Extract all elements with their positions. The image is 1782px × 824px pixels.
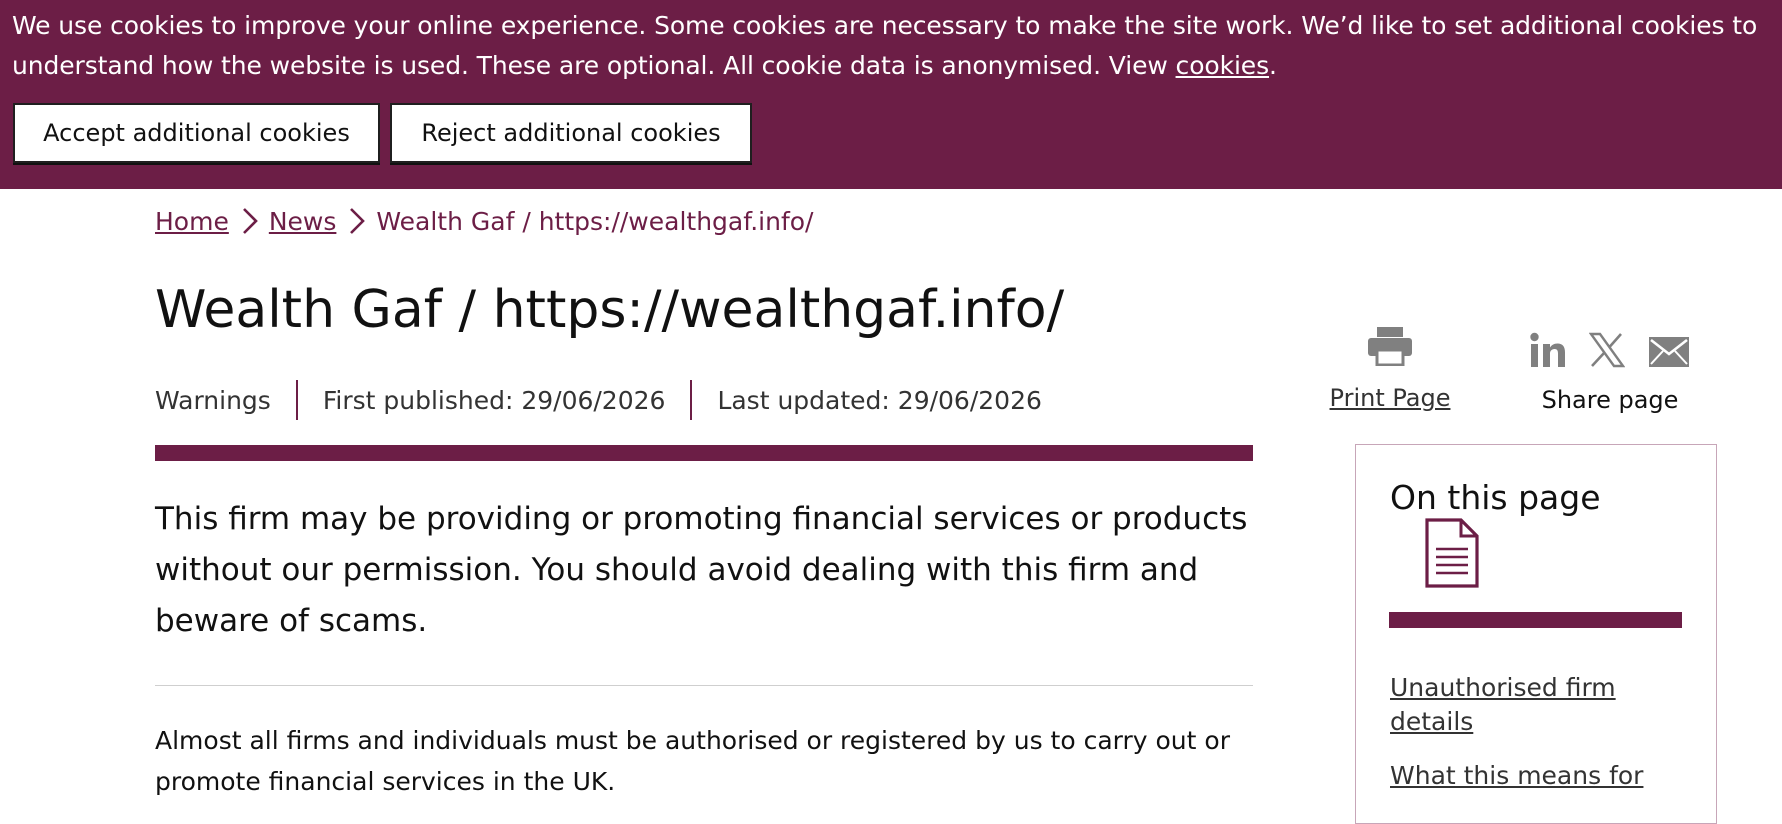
last-updated-date: Last updated: 29/06/2026	[717, 385, 1042, 415]
cookie-message-suffix: .	[1269, 51, 1277, 80]
breadcrumb: Home News Wealth Gaf / https://wealthgaf…	[155, 203, 813, 239]
page-meta: Warnings First published: 29/06/2026 Las…	[155, 380, 1042, 420]
chevron-right-icon	[344, 205, 370, 237]
body-paragraph: Almost all firms and individuals must be…	[155, 726, 1230, 796]
first-published-date: First published: 29/06/2026	[322, 385, 666, 415]
on-this-page-title: On this page	[1390, 478, 1601, 517]
on-this-page-panel: On this page Unauthorised firm details W…	[1355, 444, 1717, 824]
chevron-right-icon	[237, 205, 263, 237]
cookie-message: We use cookies to improve your online ex…	[12, 6, 1777, 86]
list-item: Unauthorised firm details	[1390, 671, 1690, 739]
share-icons	[1530, 326, 1690, 372]
breadcrumb-current: Wealth Gaf / https://wealthgaf.info/	[376, 206, 814, 236]
title-accent-bar	[155, 445, 1253, 461]
linkedin-icon[interactable]	[1530, 332, 1566, 372]
email-icon[interactable]	[1648, 336, 1690, 372]
print-page-link[interactable]: Print Page	[1330, 384, 1451, 412]
on-this-page-accent-bar	[1389, 612, 1682, 628]
meta-divider	[690, 380, 693, 420]
document-icon	[1424, 517, 1480, 593]
meta-divider	[295, 380, 298, 420]
printer-icon[interactable]	[1325, 326, 1455, 370]
page-title: Wealth Gaf / https://wealthgaf.info/	[155, 280, 1065, 340]
share-page-label: Share page	[1541, 386, 1679, 414]
otp-link-unauthorised-firm-details[interactable]: Unauthorised firm details	[1390, 673, 1616, 736]
category-label: Warnings	[155, 385, 271, 415]
breadcrumb-home-link[interactable]: Home	[155, 207, 229, 236]
reject-cookies-button[interactable]: Reject additional cookies	[390, 103, 752, 163]
breadcrumb-news-link[interactable]: News	[269, 207, 337, 236]
cookie-message-text: We use cookies to improve your online ex…	[12, 11, 1758, 80]
intro-warning-text: This firm may be providing or promoting …	[155, 501, 1248, 639]
otp-link-what-this-means[interactable]: What this means for	[1390, 761, 1643, 790]
share-page: Share page	[1530, 326, 1690, 414]
cookie-banner: We use cookies to improve your online ex…	[0, 0, 1782, 189]
list-item: What this means for	[1390, 759, 1690, 793]
accept-cookies-button[interactable]: Accept additional cookies	[13, 103, 380, 163]
x-icon[interactable]	[1588, 332, 1626, 372]
print-page[interactable]: Print Page	[1325, 326, 1455, 412]
cookies-link[interactable]: cookies	[1176, 51, 1270, 80]
content-divider	[155, 685, 1253, 686]
on-this-page-links: Unauthorised firm details What this mean…	[1390, 671, 1690, 813]
